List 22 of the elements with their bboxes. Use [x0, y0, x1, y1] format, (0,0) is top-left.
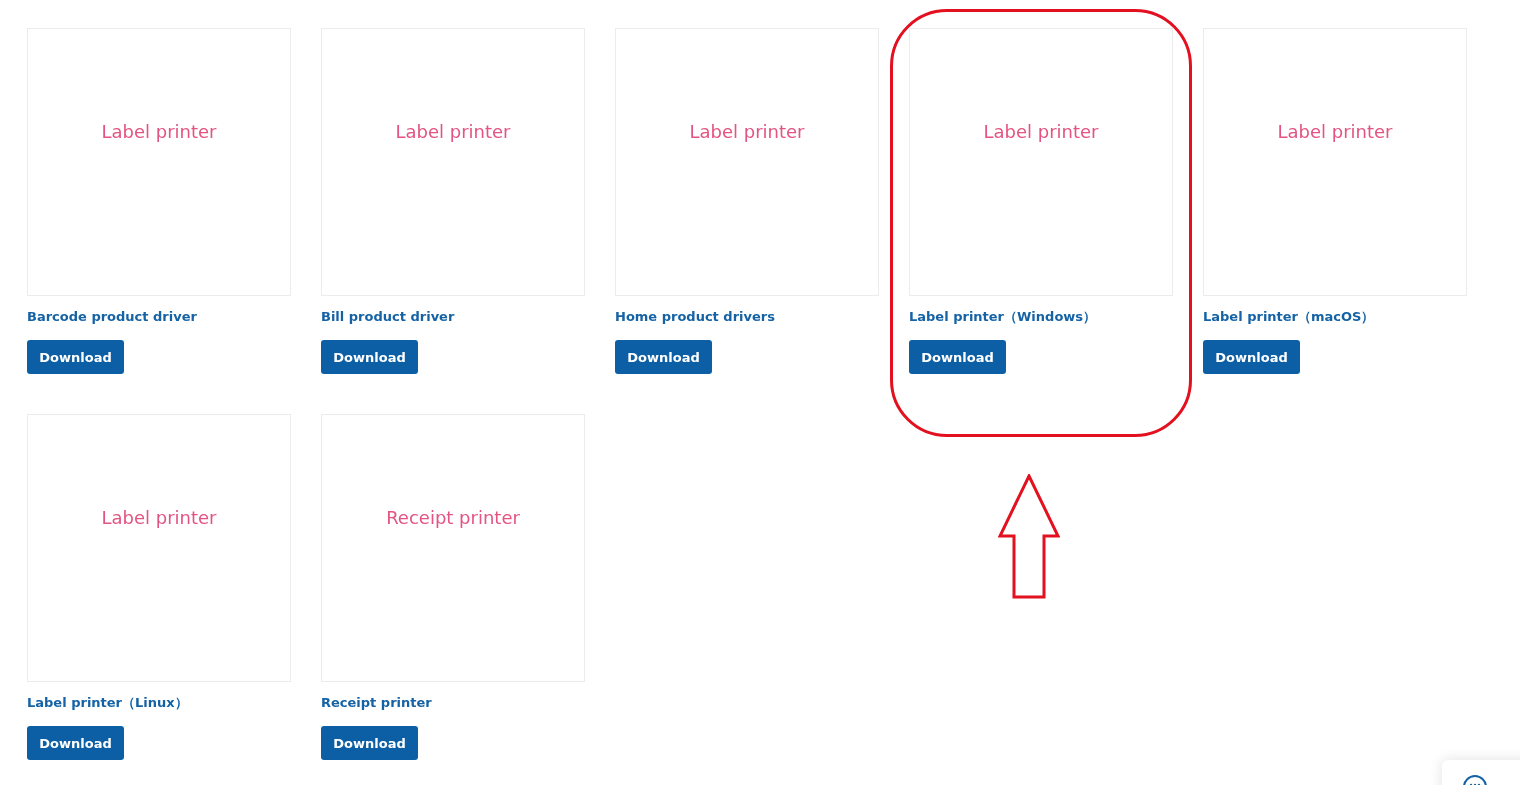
image-label: Label printer	[395, 120, 511, 144]
image-label: Label printer	[689, 120, 805, 144]
download-button[interactable]: Download	[1203, 340, 1300, 374]
download-button[interactable]: Download	[27, 726, 124, 760]
up-arrow-icon	[998, 474, 1060, 599]
download-button[interactable]: Download	[27, 340, 124, 374]
driver-title[interactable]: Label printer（macOS）	[1203, 309, 1375, 325]
driver-title[interactable]: Label printer（Windows）	[909, 309, 1097, 325]
image-label: Receipt printer	[386, 506, 520, 530]
image-label: Label printer	[1277, 120, 1393, 144]
download-button[interactable]: Download	[321, 726, 418, 760]
image-label: Label printer	[101, 120, 217, 144]
driver-title[interactable]: Receipt printer	[321, 695, 432, 711]
driver-title[interactable]: Home product drivers	[615, 309, 775, 325]
download-button[interactable]: Download	[615, 340, 712, 374]
driver-title[interactable]: Bill product driver	[321, 309, 455, 325]
download-button[interactable]: Download	[909, 340, 1006, 374]
driver-title[interactable]: Barcode product driver	[27, 309, 197, 325]
download-button[interactable]: Download	[321, 340, 418, 374]
image-label: Label printer	[983, 120, 1099, 144]
driver-title[interactable]: Label printer（Linux）	[27, 695, 188, 711]
image-label: Label printer	[101, 506, 217, 530]
